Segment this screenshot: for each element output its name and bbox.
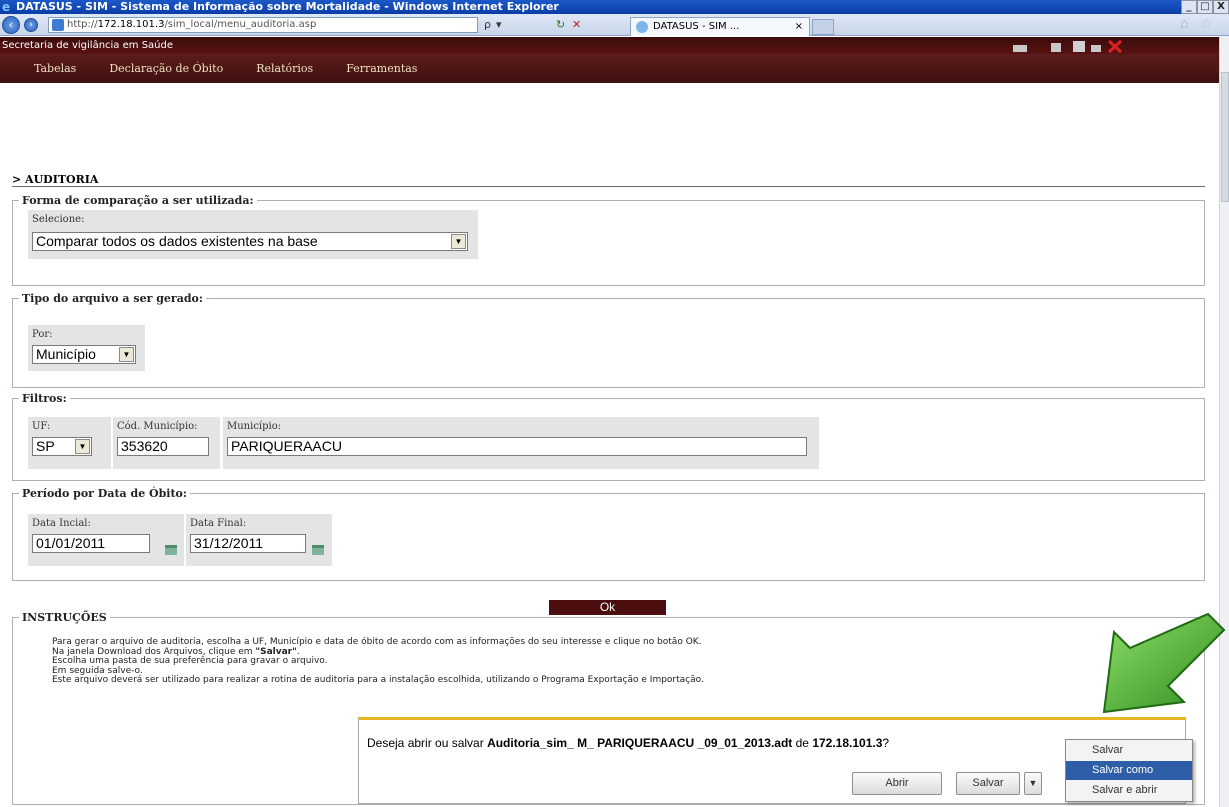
uf-select[interactable]: SP ▼ [32,437,92,456]
instrucoes-line-5: Este arquivo deverá ser utilizado para r… [52,675,704,685]
municipio-input[interactable]: PARIQUERAACU [227,437,807,456]
download-msg-mid: de [792,736,813,750]
address-bar[interactable]: http://172.18.101.3/sim_local/menu_audit… [48,17,478,33]
comparacao-select[interactable]: Comparar todos os dados existentes na ba… [32,232,468,251]
menu-salvar[interactable]: Salvar [1066,741,1192,760]
comparacao-value: Comparar todos os dados existentes na ba… [36,233,318,249]
data-final-group: Data Final: 31/12/2011 [186,514,332,566]
home-icon[interactable]: ⌂ [1180,16,1189,32]
menu-ferramentas[interactable]: Ferramentas [346,62,417,75]
window-controls: _ □ X [1181,0,1229,14]
chevron-down-icon[interactable]: ▼ [75,439,90,454]
menu-relatorios[interactable]: Relatórios [256,62,313,75]
filtros-legend: Filtros: [19,392,70,405]
breadcrumb-divider [12,186,1205,187]
browser-tab[interactable]: DATASUS - SIM ... × [630,17,810,36]
green-arrow-icon [1102,612,1226,714]
calendar-icon[interactable] [312,545,324,555]
download-message: Deseja abrir ou salvar Auditoria_sim_ M_… [367,736,889,750]
back-button[interactable]: ‹ [2,16,20,34]
download-host: 172.18.101.3 [812,736,883,750]
browser-toolbar: ‹ › http://172.18.101.3/sim_local/menu_a… [0,14,1229,36]
banner: Secretaria de vigilância em Saúde [0,37,1219,54]
instrucoes-line-2-bold: "Salvar" [255,646,297,657]
data-inicial-input[interactable]: 01/01/2011 [32,534,150,553]
menu-salvar-como[interactable]: Salvar como [1066,761,1192,780]
ok-button[interactable]: Ok [549,600,666,615]
instrucoes-legend: INSTRUÇÕES [19,611,110,624]
comparacao-label: Selecione: [32,214,85,225]
instrucoes-line-2-post: . [296,646,300,657]
comparacao-legend: Forma de comparação a ser utilizada: [19,194,257,207]
scrollbar-thumb[interactable] [1221,72,1229,202]
download-msg-pre: Deseja abrir ou salvar [367,736,488,750]
ie-logo-icon: e [2,0,11,14]
tipo-group: Por: Município ▼ [28,325,145,371]
url-path: /sim_local/menu_auditoria.asp [164,19,317,30]
salvar-button[interactable]: Salvar [956,772,1020,795]
tipo-label: Por: [32,329,53,340]
address-dropdown-icon[interactable]: ▾ [496,17,502,33]
page-icon [52,19,64,31]
data-final-label: Data Final: [190,518,247,529]
download-notification-bar: Deseja abrir ou salvar Auditoria_sim_ M_… [358,717,1186,804]
download-filename: Auditoria_sim_ M_ PARIQUERAACU _09_01_20… [487,736,793,750]
new-tab-button[interactable] [812,19,834,35]
data-inicial-group: Data Incial: 01/01/2011 [28,514,184,566]
periodo-legend: Período por Data de Óbito: [19,487,190,500]
close-window-button[interactable]: X [1213,0,1229,14]
download-msg-post: ? [882,736,890,750]
uf-label: UF: [32,421,51,432]
minimize-button[interactable]: _ [1181,0,1197,14]
tab-close-icon[interactable]: × [795,18,803,36]
cod-municipio-input[interactable]: 353620 [117,437,209,456]
uf-group: UF: SP ▼ [28,417,111,469]
forward-button[interactable]: › [24,18,38,32]
cod-group: Cód. Município: 353620 [113,417,220,469]
instrucoes-line-3: Escolha uma pasta de sua preferência par… [52,656,328,666]
data-final-input[interactable]: 31/12/2011 [190,534,306,553]
tab-title: DATASUS - SIM ... [653,21,740,32]
salvar-menu: Salvar Salvar como Salvar e abrir [1065,739,1193,802]
favorites-star-icon[interactable]: ☆ [1200,16,1213,32]
window-title: DATASUS - SIM - Sistema de Informação so… [16,0,559,13]
banner-decoration [1013,39,1123,54]
municipio-group: Município: PARIQUERAACU [223,417,819,469]
cod-label: Cód. Município: [117,421,198,432]
url-prefix: http:// [67,19,98,30]
breadcrumb: > AUDITORIA [12,173,99,186]
municipio-label: Município: [227,421,282,432]
calendar-icon[interactable] [165,545,177,555]
abrir-button[interactable]: Abrir [852,772,942,795]
menu-tabelas[interactable]: Tabelas [34,62,76,75]
comparacao-group: Selecione: Comparar todos os dados exist… [28,210,478,259]
search-icon[interactable]: ρ [484,17,491,33]
uf-value: SP [36,438,55,454]
data-inicial-label: Data Incial: [32,518,91,529]
tipo-select[interactable]: Município ▼ [32,345,136,364]
app-header: Secretaria de vigilância em Saúde Tabela… [0,37,1219,144]
filtros-fieldset: Filtros: UF: SP ▼ Cód. Município: 353620… [12,392,1205,481]
instrucoes-line-2-pre: Na janela Download dos Arquivos, clique … [52,646,256,657]
maximize-button[interactable]: □ [1197,0,1213,14]
periodo-fieldset: Período por Data de Óbito: Data Incial: … [12,487,1205,581]
url-host: 172.18.101.3 [97,19,165,30]
menu-salvar-e-abrir[interactable]: Salvar e abrir [1066,781,1192,800]
refresh-icon[interactable]: ↻ [556,17,565,33]
salvar-dropdown-button[interactable]: ▼ [1024,772,1042,795]
comparacao-fieldset: Forma de comparação a ser utilizada: Sel… [12,194,1205,286]
stop-icon[interactable]: ✕ [572,17,581,33]
main-menu: Tabelas Declaração de Óbito Relatórios F… [0,54,1219,83]
menu-declaracao-obito[interactable]: Declaração de Óbito [109,62,223,75]
chevron-down-icon[interactable]: ▼ [451,234,466,249]
tipo-fieldset: Tipo do arquivo a ser gerado: Por: Munic… [12,292,1205,388]
chevron-down-icon[interactable]: ▼ [119,347,134,362]
tipo-legend: Tipo do arquivo a ser gerado: [19,292,206,305]
instrucoes-text: Para gerar o arquivo de auditoria, escol… [52,637,704,686]
tipo-value: Município [36,346,96,362]
tab-favicon-icon [636,21,648,33]
banner-text: Secretaria de vigilância em Saúde [2,40,174,51]
window-title-bar: e DATASUS - SIM - Sistema de Informação … [0,0,1229,14]
